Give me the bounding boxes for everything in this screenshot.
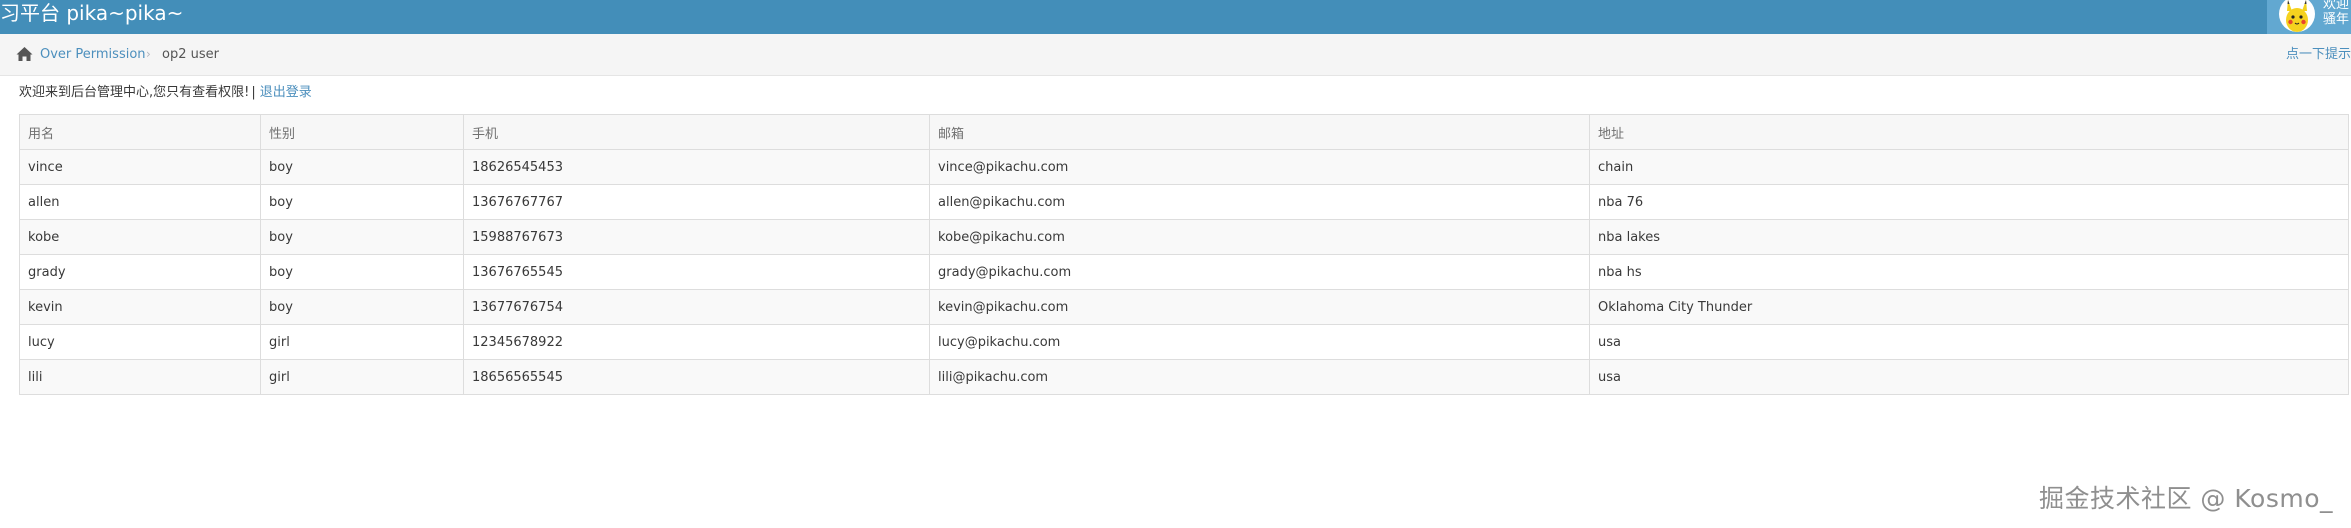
- cell-address: usa: [1589, 324, 2349, 360]
- cell-username: lili: [19, 359, 261, 395]
- cell-address: nba 76: [1589, 184, 2349, 220]
- cell-phone: 13677676754: [463, 289, 930, 325]
- cell-gender: boy: [260, 219, 464, 255]
- cell-email: kobe@pikachu.com: [929, 219, 1590, 255]
- cell-gender: girl: [260, 359, 464, 395]
- cell-address: usa: [1589, 359, 2349, 395]
- column-header-phone: 手机: [463, 114, 930, 150]
- cell-username: allen: [19, 184, 261, 220]
- top-navbar: 习平台 pika~pika~ 欢迎 骚年: [0, 0, 2351, 34]
- user-table: 用名 性别 手机 邮箱 地址 vince boy 18626545453 vin…: [19, 114, 2349, 395]
- user-avatar[interactable]: [2279, 0, 2315, 32]
- table-row: vince boy 18626545453 vince@pikachu.com …: [19, 149, 2349, 185]
- welcome-bar: 欢迎来到后台管理中心,您只有查看权限! | 退出登录: [19, 83, 312, 103]
- pikachu-avatar-icon: [2286, 0, 2308, 32]
- cell-username: kobe: [19, 219, 261, 255]
- table-row: kevin boy 13677676754 kevin@pikachu.com …: [19, 289, 2349, 325]
- cell-phone: 18626545453: [463, 149, 930, 185]
- user-name: 骚年: [2323, 12, 2350, 27]
- home-icon[interactable]: [16, 46, 33, 62]
- cell-gender: boy: [260, 184, 464, 220]
- cell-address: nba lakes: [1589, 219, 2349, 255]
- cell-phone: 12345678922: [463, 324, 930, 360]
- cell-email: kevin@pikachu.com: [929, 289, 1590, 325]
- column-header-gender: 性别: [260, 114, 464, 150]
- brand-title[interactable]: 习平台 pika~pika~: [0, 0, 183, 34]
- cell-email: allen@pikachu.com: [929, 184, 1590, 220]
- table-row: kobe boy 15988767673 kobe@pikachu.com nb…: [19, 219, 2349, 255]
- hint-link[interactable]: 点一下提示: [2286, 34, 2351, 75]
- welcome-separator: |: [251, 85, 256, 100]
- user-menu[interactable]: 欢迎 骚年: [2267, 0, 2351, 34]
- column-header-email: 邮箱: [929, 114, 1590, 150]
- user-greeting: 欢迎: [2323, 0, 2350, 12]
- table-row: lili girl 18656565545 lili@pikachu.com u…: [19, 359, 2349, 395]
- cell-username: vince: [19, 149, 261, 185]
- table-row: allen boy 13676767767 allen@pikachu.com …: [19, 184, 2349, 220]
- breadcrumb-link-over-permission[interactable]: Over Permission: [40, 34, 146, 75]
- cell-address: nba hs: [1589, 254, 2349, 290]
- cell-username: lucy: [19, 324, 261, 360]
- watermark: 掘金技术社区 @ Kosmo_: [2038, 484, 2333, 513]
- cell-gender: girl: [260, 324, 464, 360]
- welcome-text: 欢迎来到后台管理中心,您只有查看权限!: [19, 85, 250, 100]
- breadcrumb-current: op2 user: [162, 47, 219, 62]
- cell-email: lili@pikachu.com: [929, 359, 1590, 395]
- column-header-address: 地址: [1589, 114, 2349, 150]
- breadcrumb-separator-icon: ›: [146, 47, 151, 61]
- column-header-username: 用名: [19, 114, 261, 150]
- breadcrumb: Over Permission › op2 user 点一下提示: [0, 34, 2351, 76]
- cell-gender: boy: [260, 149, 464, 185]
- table-header-row: 用名 性别 手机 邮箱 地址: [19, 114, 2349, 150]
- cell-username: kevin: [19, 289, 261, 325]
- cell-phone: 13676767767: [463, 184, 930, 220]
- cell-phone: 13676765545: [463, 254, 930, 290]
- table-row: lucy girl 12345678922 lucy@pikachu.com u…: [19, 324, 2349, 360]
- cell-email: grady@pikachu.com: [929, 254, 1590, 290]
- cell-address: Oklahoma City Thunder: [1589, 289, 2349, 325]
- user-info: 欢迎 骚年: [2323, 0, 2349, 27]
- table-row: grady boy 13676765545 grady@pikachu.com …: [19, 254, 2349, 290]
- cell-gender: boy: [260, 289, 464, 325]
- cell-phone: 18656565545: [463, 359, 930, 395]
- logout-link[interactable]: 退出登录: [260, 85, 312, 100]
- cell-email: lucy@pikachu.com: [929, 324, 1590, 360]
- cell-email: vince@pikachu.com: [929, 149, 1590, 185]
- cell-username: grady: [19, 254, 261, 290]
- cell-address: chain: [1589, 149, 2349, 185]
- cell-gender: boy: [260, 254, 464, 290]
- cell-phone: 15988767673: [463, 219, 930, 255]
